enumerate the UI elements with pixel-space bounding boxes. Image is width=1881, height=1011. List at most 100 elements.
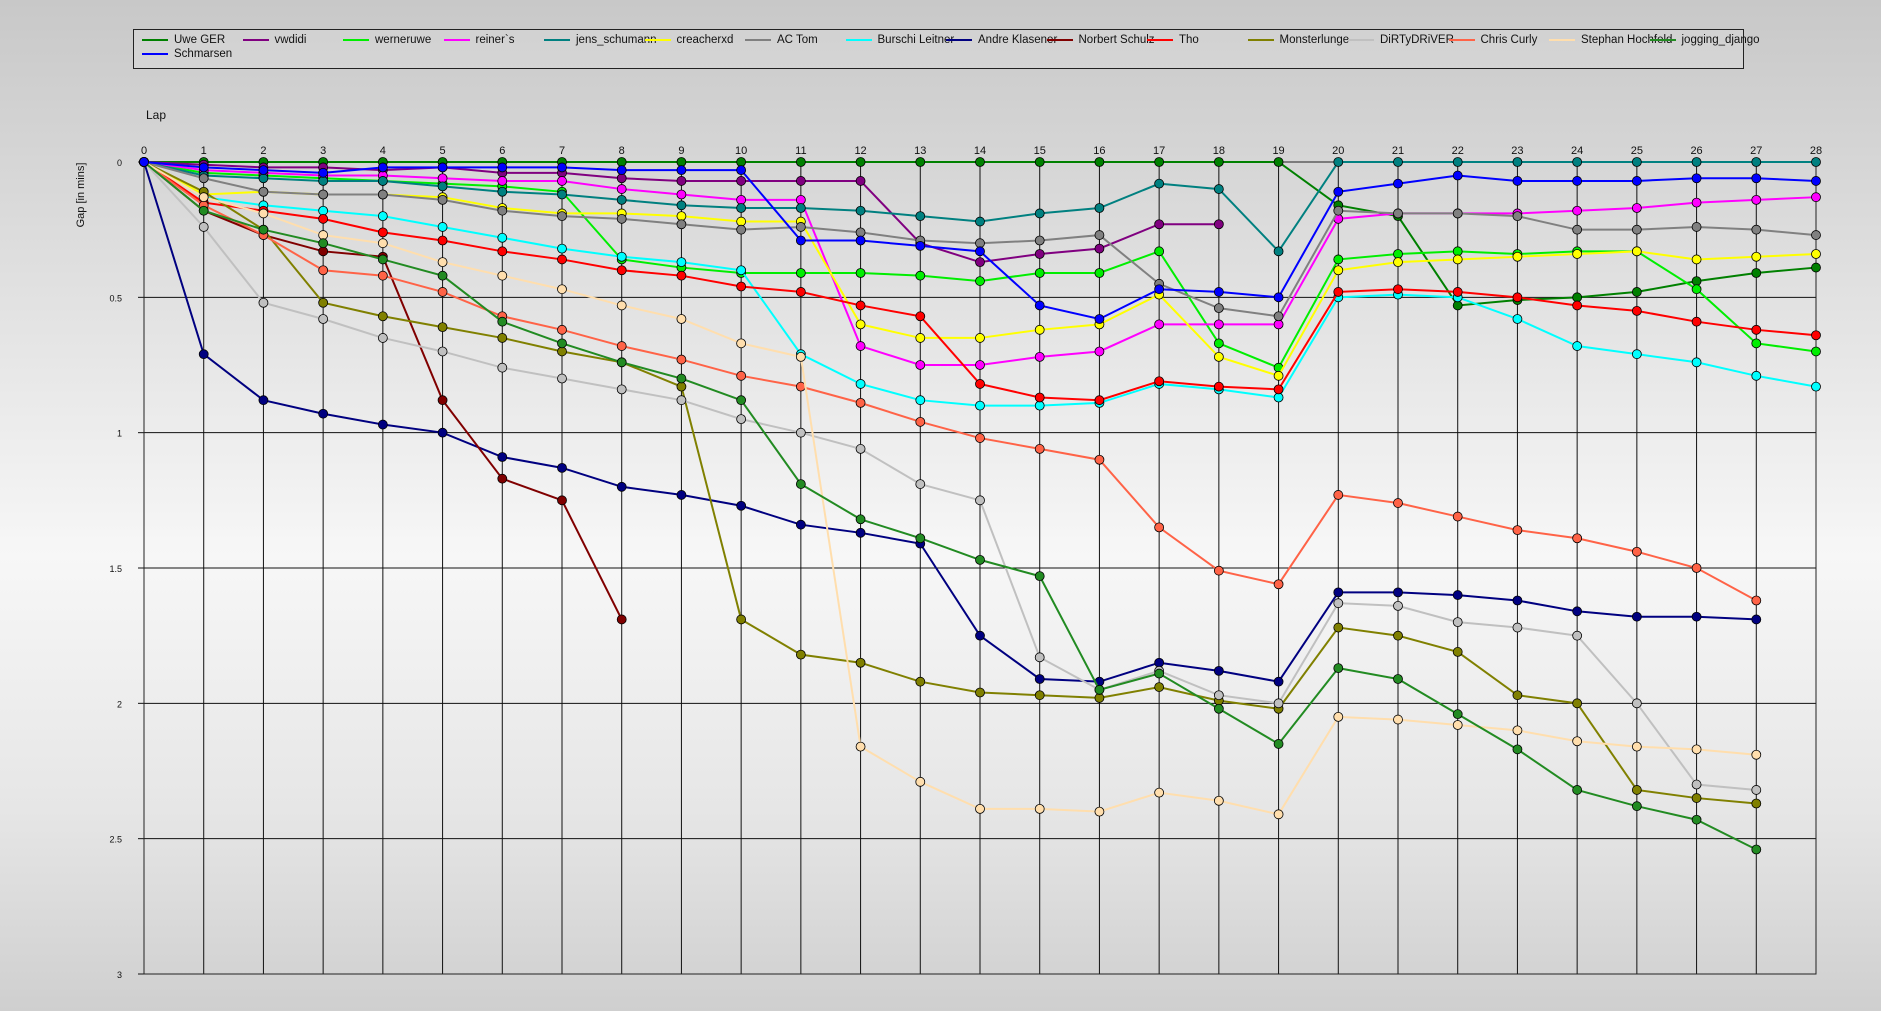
data-point bbox=[377, 333, 388, 343]
x-tick-label: 7 bbox=[559, 145, 565, 157]
x-tick-label: 26 bbox=[1690, 145, 1702, 157]
data-point bbox=[616, 251, 627, 262]
data-point bbox=[1811, 381, 1821, 392]
y-tick-label: 2 bbox=[117, 699, 122, 709]
data-point bbox=[1034, 208, 1045, 219]
data-point bbox=[616, 481, 627, 492]
data-point bbox=[1751, 268, 1762, 278]
data-point bbox=[557, 373, 567, 384]
data-point bbox=[1273, 246, 1284, 257]
data-point bbox=[318, 238, 329, 249]
y-tick-label: 3 bbox=[117, 970, 122, 980]
data-point bbox=[616, 194, 627, 205]
data-point bbox=[1691, 197, 1702, 208]
data-point bbox=[1811, 262, 1821, 273]
data-point bbox=[736, 194, 747, 205]
data-point bbox=[437, 395, 448, 406]
data-point bbox=[1452, 170, 1463, 181]
data-point bbox=[1273, 370, 1284, 381]
data-point bbox=[855, 157, 866, 167]
data-point bbox=[1751, 324, 1762, 335]
data-point bbox=[437, 181, 448, 192]
data-point bbox=[1034, 157, 1045, 167]
data-point bbox=[1034, 351, 1045, 362]
data-point bbox=[736, 414, 747, 425]
data-point bbox=[1333, 490, 1344, 500]
data-point bbox=[1034, 444, 1045, 454]
data-point bbox=[1213, 690, 1224, 701]
data-point bbox=[855, 341, 866, 351]
data-point bbox=[1333, 157, 1344, 167]
data-point bbox=[975, 803, 985, 814]
data-point bbox=[1512, 725, 1523, 736]
data-point bbox=[198, 205, 209, 216]
data-point bbox=[1094, 157, 1105, 167]
data-point bbox=[1333, 587, 1344, 598]
data-point bbox=[795, 287, 806, 297]
data-point bbox=[1094, 806, 1105, 817]
data-point bbox=[497, 473, 508, 484]
data-point bbox=[855, 657, 866, 668]
data-point bbox=[1572, 176, 1583, 186]
data-point bbox=[198, 349, 209, 360]
data-point bbox=[736, 500, 747, 511]
data-point bbox=[915, 211, 926, 222]
data-point bbox=[975, 360, 985, 370]
data-point bbox=[1751, 194, 1762, 205]
data-point bbox=[1811, 330, 1821, 341]
data-point bbox=[1452, 590, 1463, 600]
x-tick-label: 3 bbox=[320, 145, 326, 157]
x-tick-label: 27 bbox=[1750, 145, 1762, 157]
x-tick-label: 17 bbox=[1153, 145, 1165, 157]
data-point bbox=[437, 162, 448, 173]
line-chart: 0 1 2 3 4 5 6 7 8 9 10 11 12 13 14 15 16 17 18 19 20 21 22 23 24… bbox=[75, 108, 1822, 980]
data-point bbox=[915, 479, 926, 489]
data-point bbox=[318, 408, 329, 419]
data-point bbox=[1154, 219, 1165, 230]
data-point bbox=[258, 224, 269, 235]
data-point bbox=[915, 241, 926, 251]
x-tick-label: 14 bbox=[974, 145, 986, 157]
data-point bbox=[736, 157, 747, 167]
data-point bbox=[1333, 598, 1344, 609]
data-point bbox=[1631, 305, 1642, 316]
data-point bbox=[975, 246, 985, 257]
data-point bbox=[915, 776, 926, 787]
data-point bbox=[855, 235, 866, 246]
data-point bbox=[795, 203, 806, 213]
data-point bbox=[1034, 690, 1045, 701]
data-point bbox=[1034, 300, 1045, 311]
data-point bbox=[1094, 203, 1105, 213]
data-point bbox=[1213, 351, 1224, 362]
data-point bbox=[1154, 787, 1165, 798]
data-point bbox=[1094, 693, 1105, 703]
data-point bbox=[975, 333, 985, 343]
data-point bbox=[736, 224, 747, 235]
data-point bbox=[795, 222, 806, 232]
data-point bbox=[1154, 682, 1165, 692]
data-point bbox=[1811, 192, 1821, 203]
x-tick-labels: 0 1 2 3 4 5 6 7 8 9 10 11 12 13 14 15 16 17 18 19 20 21 22 23 24… bbox=[141, 145, 1822, 157]
x-tick-label: 10 bbox=[735, 145, 747, 157]
data-point bbox=[1572, 300, 1583, 311]
data-point bbox=[497, 186, 508, 197]
data-point bbox=[855, 205, 866, 216]
data-point bbox=[1512, 744, 1523, 755]
data-point bbox=[318, 246, 329, 257]
data-point bbox=[1154, 319, 1165, 330]
data-point bbox=[1452, 647, 1463, 657]
x-tick-label: 28 bbox=[1810, 145, 1822, 157]
data-point bbox=[1452, 709, 1463, 720]
data-point bbox=[198, 192, 209, 203]
data-point bbox=[1213, 703, 1224, 714]
data-point bbox=[736, 203, 747, 213]
data-point bbox=[676, 354, 687, 365]
data-point bbox=[1452, 254, 1463, 265]
data-point bbox=[795, 268, 806, 278]
x-tick-label: 9 bbox=[678, 145, 684, 157]
data-point bbox=[855, 300, 866, 311]
y-axis-label: Gap [in mins] bbox=[75, 163, 87, 228]
data-point bbox=[1631, 546, 1642, 557]
data-point bbox=[497, 452, 508, 462]
x-tick-label: 12 bbox=[854, 145, 866, 157]
